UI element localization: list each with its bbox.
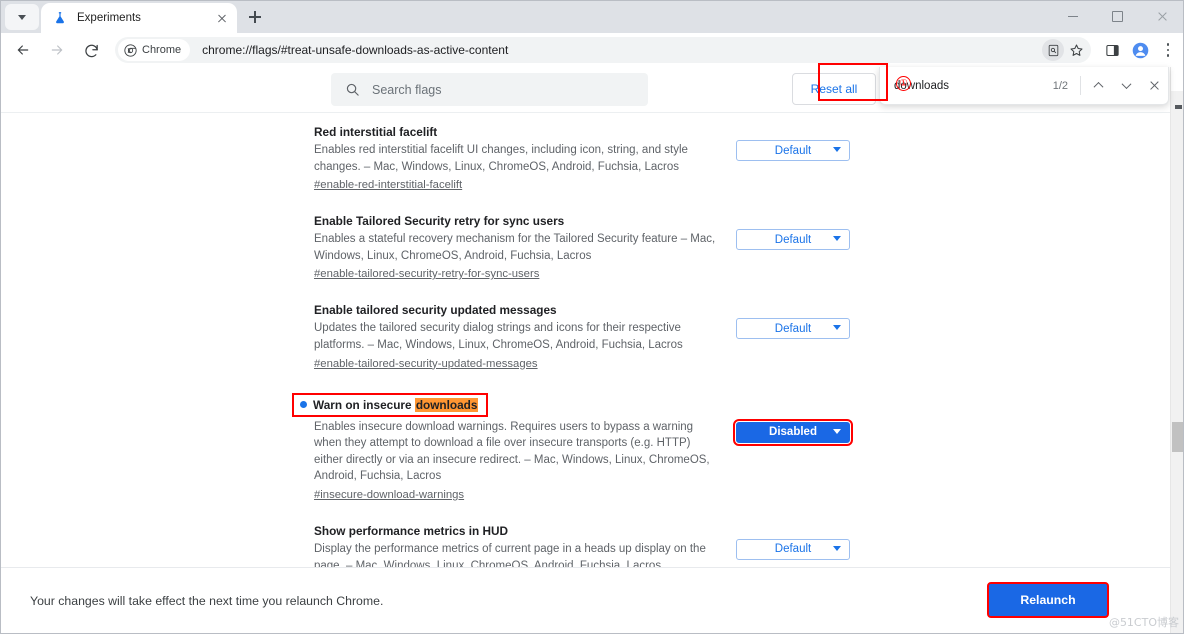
flag-state-value: Default: [774, 233, 812, 246]
flags-list: Red interstitial facelift Enables red in…: [1, 113, 1170, 633]
flag-row: Enable Tailored Security retry for sync …: [1, 213, 1170, 282]
find-match-count: 1/2: [1052, 79, 1068, 92]
browser-toolbar: Chrome chrome://flags/#treat-unsafe-down…: [1, 33, 1183, 67]
chevron-down-icon: [833, 545, 841, 551]
flag-state-select[interactable]: Disabled: [733, 418, 853, 446]
arrow-right-icon: [51, 45, 63, 55]
flask-icon: [52, 10, 68, 26]
tab-strip: Experiments: [1, 1, 1183, 33]
find-match-highlight: downloads: [414, 397, 479, 412]
chrome-origin-chip: Chrome: [118, 39, 191, 61]
flag-title: Enable Tailored Security retry for sync …: [314, 214, 565, 229]
chevron-down-icon: [833, 325, 841, 331]
omnibox-actions: [1038, 39, 1088, 61]
chevron-down-icon: [833, 236, 841, 242]
step-badge-1: ①: [896, 76, 911, 91]
find-in-page-bar: downloads 1/2: [879, 67, 1169, 105]
flag-row: Enable tailored security updated message…: [1, 302, 1170, 371]
maximize-button[interactable]: [1095, 1, 1140, 32]
tab-title: Experiments: [77, 12, 141, 24]
tab-experiments[interactable]: Experiments: [41, 3, 237, 33]
flag-title: Show performance metrics in HUD: [314, 523, 509, 538]
page-scrollbar[interactable]: [1170, 67, 1183, 633]
flag-state-select[interactable]: Default: [736, 229, 850, 251]
minimize-button[interactable]: [1050, 1, 1095, 32]
flag-state-select[interactable]: Default: [736, 318, 850, 340]
page-actions-icon[interactable]: [1042, 39, 1064, 61]
flag-description: Enables a stateful recovery mechanism fo…: [314, 233, 716, 262]
flag-row: Red interstitial facelift Enables red in…: [1, 124, 1170, 193]
url-text: chrome://flags/#treat-unsafe-downloads-a…: [202, 43, 509, 57]
scrollbar-thumb[interactable]: [1172, 422, 1183, 452]
more-menu-icon[interactable]: [1154, 36, 1182, 64]
flag-state-select[interactable]: Default: [736, 140, 850, 161]
chrome-flags-page: Search flags Reset all Red interstitial …: [1, 67, 1170, 633]
chevron-up-icon: [1093, 81, 1103, 92]
chevron-down-icon: [18, 14, 26, 20]
side-panel-icon[interactable]: [1098, 36, 1126, 64]
flag-row-warn-insecure-downloads: Warn on insecure downloads ② Enables ins…: [1, 392, 1170, 503]
bookmark-star-icon[interactable]: [1064, 39, 1088, 61]
find-next-button[interactable]: [1112, 72, 1140, 100]
page-viewport: Search flags Reset all Red interstitial …: [1, 67, 1183, 633]
reload-button[interactable]: [76, 35, 106, 65]
find-match-tick: [1175, 105, 1182, 109]
flag-state-value: Default: [774, 543, 812, 556]
modified-flag-dot-icon: [300, 401, 307, 409]
address-bar[interactable]: Chrome chrome://flags/#treat-unsafe-down…: [115, 37, 1091, 63]
window-controls: [1050, 1, 1183, 32]
search-flags-input[interactable]: Search flags: [331, 73, 648, 106]
flag-state-value: Disabled: [769, 426, 817, 439]
flag-description: Updates the tailored security dialog str…: [314, 322, 683, 351]
close-icon[interactable]: [213, 9, 231, 27]
search-icon: [346, 83, 359, 96]
flag-title-prefix: Warn on insecure: [313, 397, 415, 412]
relaunch-message: Your changes will take effect the next t…: [30, 593, 384, 608]
flag-state-value: Default: [774, 322, 812, 335]
arrow-left-icon: [17, 45, 29, 55]
tab-search-button[interactable]: [5, 4, 39, 30]
chevron-down-icon: [833, 428, 841, 434]
flag-description: Enables red interstitial facelift UI cha…: [314, 144, 688, 173]
relaunch-bar: Your changes will take effect the next t…: [1, 567, 1170, 633]
flag-title: Enable tailored security updated message…: [314, 303, 557, 318]
watermark: @51CTO博客: [1108, 616, 1179, 629]
flag-state-select[interactable]: Default: [736, 538, 850, 560]
flag-description: Enables insecure download warnings. Requ…: [314, 420, 710, 483]
chevron-down-icon: [1121, 79, 1131, 90]
chrome-chip-label: Chrome: [142, 44, 182, 56]
browser-window: Experiments Chrome chrome://flags/#treat…: [0, 0, 1184, 634]
back-button[interactable]: [8, 35, 38, 65]
new-tab-button[interactable]: [241, 3, 269, 31]
find-input-annotation-box: [818, 63, 888, 101]
toolbar-right-icons: [1098, 36, 1183, 64]
flag-anchor-link[interactable]: #insecure-download-warnings: [314, 489, 464, 501]
flag-anchor-link[interactable]: #enable-red-interstitial-facelift: [314, 179, 462, 191]
flag-title: Warn on insecure downloads: [313, 397, 479, 413]
reload-icon: [84, 44, 98, 57]
close-window-button[interactable]: [1140, 1, 1183, 32]
chrome-logo-icon: [124, 43, 137, 57]
flag-title-highlight-box: Warn on insecure downloads: [292, 392, 489, 417]
flag-anchor-link[interactable]: #enable-tailored-security-updated-messag…: [314, 358, 538, 370]
chevron-down-icon: [833, 147, 841, 152]
forward-button[interactable]: [42, 35, 72, 65]
flag-state-value: Default: [774, 144, 812, 157]
divider: [1080, 76, 1081, 95]
flag-anchor-link[interactable]: #enable-tailored-security-retry-for-sync…: [314, 268, 539, 280]
relaunch-button[interactable]: Relaunch: [987, 582, 1109, 618]
search-flags-placeholder: Search flags: [372, 82, 442, 97]
find-close-button[interactable]: [1140, 72, 1168, 100]
flag-title: Red interstitial facelift: [314, 125, 438, 139]
profile-avatar-icon[interactable]: [1126, 36, 1154, 64]
find-previous-button[interactable]: [1084, 72, 1112, 100]
scrollbar-top-cap: [1171, 67, 1183, 91]
